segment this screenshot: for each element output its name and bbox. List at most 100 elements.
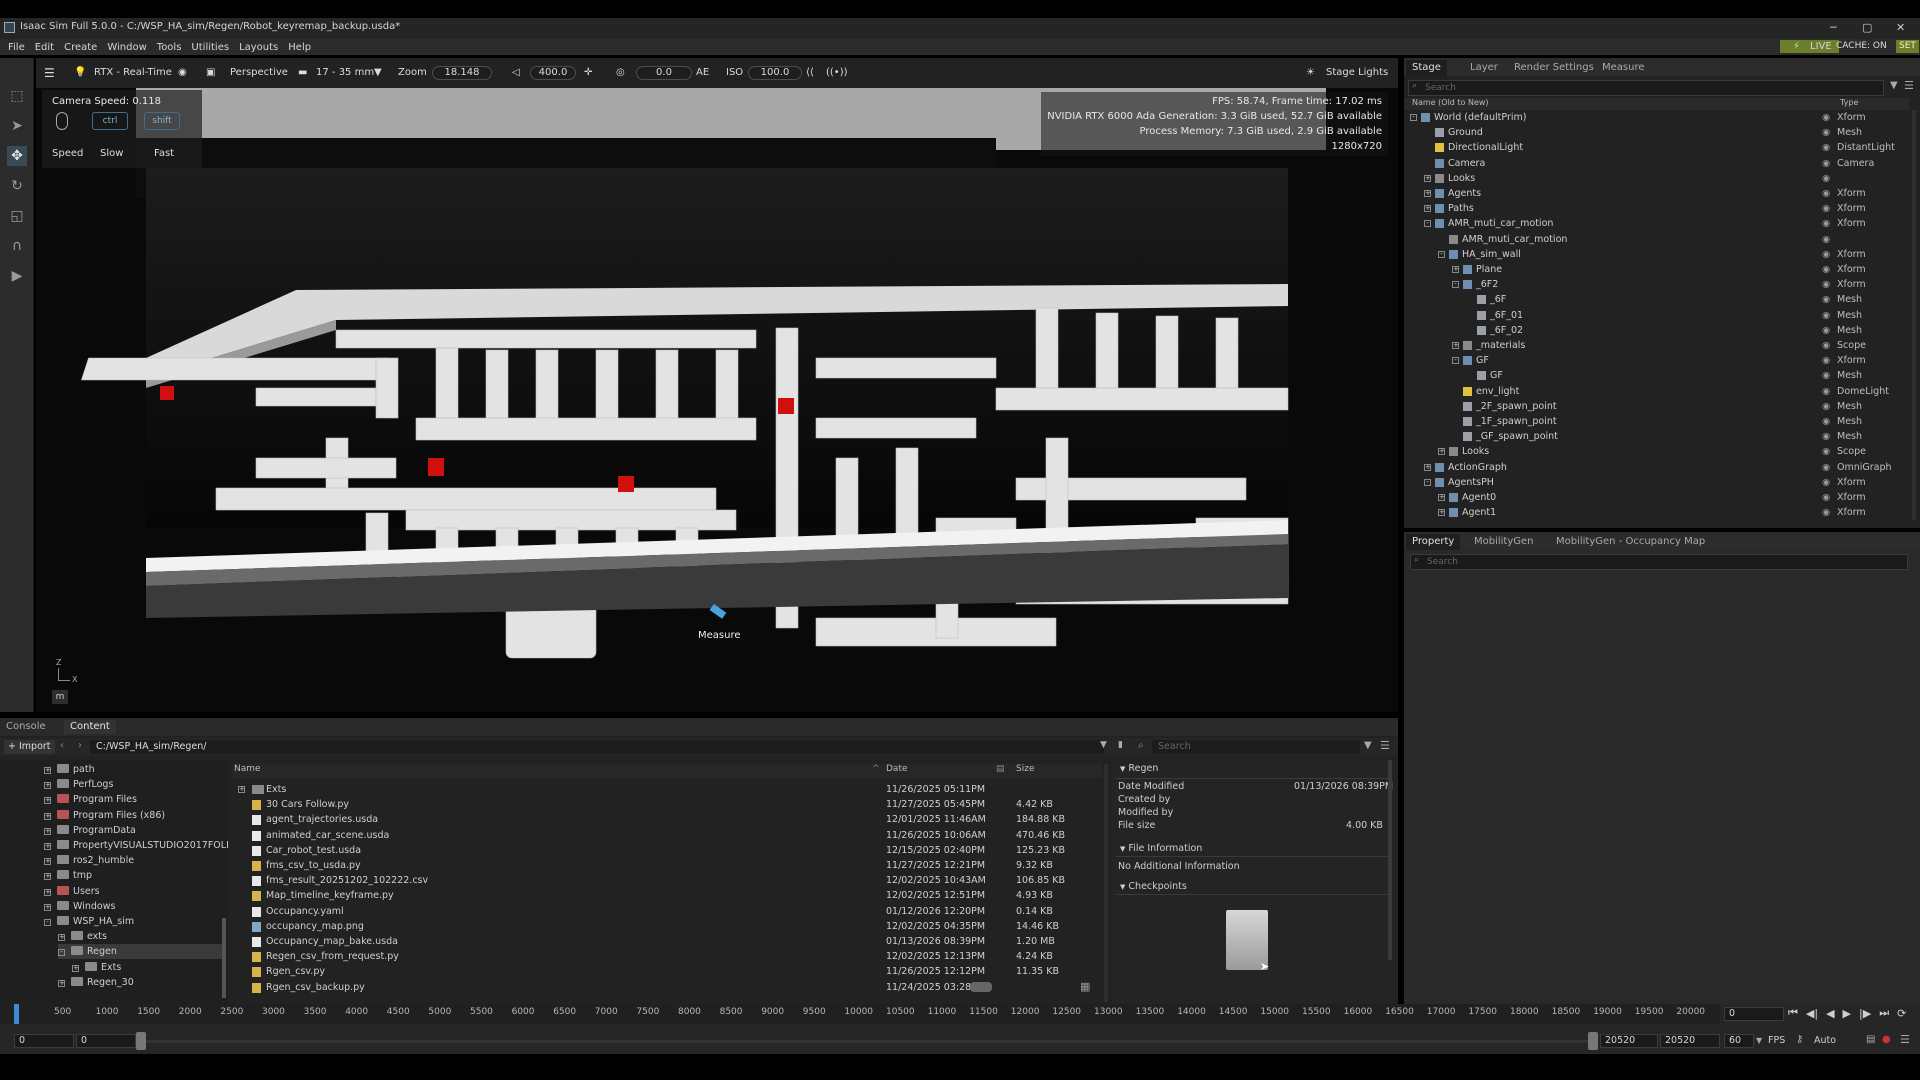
- col-date-header[interactable]: Date: [886, 764, 908, 774]
- speed-input[interactable]: 400.0: [530, 66, 576, 80]
- content-search-input[interactable]: Search: [1152, 740, 1360, 754]
- stage-tree-row[interactable]: - AMR_muti_car_motion ◉ Xform: [1404, 216, 1910, 231]
- visibility-eye-icon[interactable]: ◉: [1822, 399, 1830, 414]
- stage-tree-row[interactable]: - HA_sim_wall ◉ Xform: [1404, 247, 1910, 262]
- visibility-eye-icon[interactable]: ◉: [1822, 444, 1830, 459]
- step-forward-icon[interactable]: |▶: [1859, 1007, 1871, 1020]
- move-tool-icon[interactable]: ✥: [7, 146, 27, 166]
- film-icon[interactable]: ▬: [298, 64, 307, 82]
- visibility-eye-icon[interactable]: ◉: [1822, 125, 1830, 140]
- visibility-eye-icon[interactable]: ◉: [1822, 201, 1830, 216]
- stage-search-input[interactable]: Search: [1408, 80, 1884, 96]
- file-row[interactable]: animated_car_scene.usda 11/26/2025 10:06A…: [234, 828, 1100, 843]
- stage-tree-row[interactable]: _6F_02 ◉ Mesh: [1404, 323, 1910, 338]
- red-box[interactable]: [618, 476, 634, 492]
- path-dropdown-icon[interactable]: ▼: [1100, 740, 1107, 750]
- visibility-eye-icon[interactable]: ◉: [1822, 414, 1830, 429]
- tab-mobilitygen[interactable]: MobilityGen: [1468, 534, 1540, 550]
- tab-layer[interactable]: Layer: [1464, 60, 1504, 76]
- visibility-eye-icon[interactable]: ◉: [1822, 232, 1830, 247]
- file-row[interactable]: Occupancy_map_bake.usda 01/13/2026 08:39P…: [234, 934, 1100, 949]
- range-end-input[interactable]: 20520: [1600, 1034, 1658, 1048]
- checkpoints-header[interactable]: ▼ Checkpoints: [1120, 880, 1187, 894]
- tab-measure[interactable]: Measure: [1596, 60, 1651, 76]
- stage-tree-row[interactable]: _6F_01 ◉ Mesh: [1404, 308, 1910, 323]
- snap-tool-icon[interactable]: ∩: [7, 236, 27, 256]
- visibility-eye-icon[interactable]: ◉: [1822, 460, 1830, 475]
- expand-icon[interactable]: +: [1424, 174, 1431, 182]
- list-view-icon[interactable]: ☰: [1380, 739, 1390, 752]
- chevron-down-icon[interactable]: ▼: [374, 64, 382, 82]
- stage-tree-row[interactable]: + Looks ◉ Scope: [1404, 444, 1910, 459]
- grid-view-icon[interactable]: ▦: [1080, 980, 1090, 993]
- expand-icon[interactable]: +: [1452, 342, 1459, 349]
- stage-tree-row[interactable]: - World (defaultPrim) ◉ Xform: [1404, 110, 1910, 125]
- collapse-icon[interactable]: -: [1424, 478, 1431, 486]
- scale-tool-icon[interactable]: ◱: [7, 206, 27, 226]
- bookmark-icon[interactable]: ▮: [1118, 740, 1123, 750]
- thumbnail-size-slider[interactable]: [970, 982, 992, 992]
- visibility-eye-icon[interactable]: ◉: [1822, 429, 1830, 444]
- rotate-tool-icon[interactable]: ↻: [7, 176, 27, 196]
- col-name-header[interactable]: Name (Old to New): [1412, 98, 1489, 107]
- file-info-header[interactable]: ▼ File Information: [1120, 842, 1202, 856]
- tab-content[interactable]: Content: [64, 720, 116, 734]
- tab-property[interactable]: Property: [1406, 534, 1461, 550]
- sort-chevron-icon[interactable]: ^: [872, 764, 880, 774]
- collapse-icon[interactable]: -: [1438, 250, 1445, 258]
- units-button[interactable]: m: [52, 690, 68, 704]
- fps-dropdown-icon[interactable]: ▼: [1756, 1036, 1762, 1045]
- timeline-ruler[interactable]: 500 1000 1500 2000 2500 3000 3500 4000 4500 5000 5…: [0, 1004, 1720, 1024]
- lens-dropdown[interactable]: 17 - 35 mm: [316, 64, 374, 82]
- detail-scrollbar[interactable]: [1388, 760, 1392, 960]
- viewport[interactable]: ☰ 💡 RTX - Real-Time ◉ ▣ Perspective ▬ 17…: [36, 58, 1398, 712]
- menu-help[interactable]: Help: [288, 42, 311, 53]
- stage-tree-row[interactable]: Camera ◉ Camera: [1404, 156, 1910, 171]
- stage-tree-row[interactable]: + Paths ◉ Xform: [1404, 201, 1910, 216]
- detail-title-row[interactable]: ▼ Regen: [1120, 762, 1158, 776]
- file-row[interactable]: 30 Cars Follow.py 11/27/2025 05:45PM 4.42 …: [234, 797, 1100, 812]
- expand-icon[interactable]: +: [1438, 509, 1445, 517]
- broadcast-icon[interactable]: ((•)): [826, 64, 848, 82]
- hamburger-icon[interactable]: ☰: [44, 64, 55, 82]
- visibility-eye-icon[interactable]: ◉: [1822, 490, 1830, 505]
- stage-tree-row[interactable]: - GF ◉ Xform: [1404, 353, 1910, 368]
- visibility-eye-icon[interactable]: ◉: [1822, 308, 1830, 323]
- collapse-icon[interactable]: -: [1452, 357, 1459, 365]
- collapse-icon[interactable]: -: [1452, 281, 1459, 289]
- file-row[interactable]: fms_result_20251202_102222.csv 12/02/2025…: [234, 873, 1100, 888]
- skip-end-icon[interactable]: ⏭: [1879, 1006, 1889, 1020]
- stage-tree-row[interactable]: + Looks ◉: [1404, 171, 1910, 186]
- auto-key-label[interactable]: Auto: [1814, 1035, 1836, 1046]
- stage-tree-row[interactable]: + Agents ◉ Xform: [1404, 186, 1910, 201]
- import-button[interactable]: + Import: [4, 740, 55, 754]
- expand-icon[interactable]: +: [44, 767, 51, 774]
- fps-input[interactable]: 60: [1724, 1034, 1754, 1048]
- stage-tree-row[interactable]: _6F ◉ Mesh: [1404, 292, 1910, 307]
- collapse-icon[interactable]: -: [1424, 220, 1431, 228]
- select-tool-icon[interactable]: ⬚: [7, 86, 27, 106]
- zoom-input[interactable]: 18.148: [432, 66, 492, 80]
- stage-tree-row[interactable]: _1F_spawn_point ◉ Mesh: [1404, 414, 1910, 429]
- play-tool-icon[interactable]: ▶: [7, 266, 27, 286]
- expand-icon[interactable]: +: [1438, 494, 1445, 501]
- menu-layouts[interactable]: Layouts: [239, 42, 278, 53]
- loop-icon[interactable]: ⟳: [1897, 1007, 1906, 1020]
- stage-tree-row[interactable]: _2F_spawn_point ◉ Mesh: [1404, 399, 1910, 414]
- red-box[interactable]: [428, 458, 444, 476]
- property-search-input[interactable]: Search: [1410, 554, 1908, 570]
- settings-badge[interactable]: SET: [1896, 40, 1919, 53]
- keyframe-icon[interactable]: ▤: [1866, 1034, 1875, 1045]
- range-end-handle[interactable]: [1588, 1032, 1598, 1050]
- current-frame-input[interactable]: 0: [1724, 1007, 1784, 1021]
- filter-icon[interactable]: ▼: [1364, 740, 1372, 751]
- skip-start-icon[interactable]: ⏮: [1788, 1006, 1798, 1020]
- key-icon[interactable]: ⚷: [1796, 1034, 1803, 1045]
- visibility-eye-icon[interactable]: ◉: [1822, 171, 1830, 186]
- crosshair-icon[interactable]: ✛: [584, 64, 592, 82]
- visibility-eye-icon[interactable]: ◉: [1822, 140, 1830, 155]
- stage-tree-row[interactable]: Ground ◉ Mesh: [1404, 125, 1910, 140]
- file-row[interactable]: Regen_csv_from_request.py 12/02/2025 12:1…: [234, 949, 1100, 964]
- expand-icon[interactable]: +: [238, 786, 245, 793]
- range-slider[interactable]: [146, 1040, 1588, 1043]
